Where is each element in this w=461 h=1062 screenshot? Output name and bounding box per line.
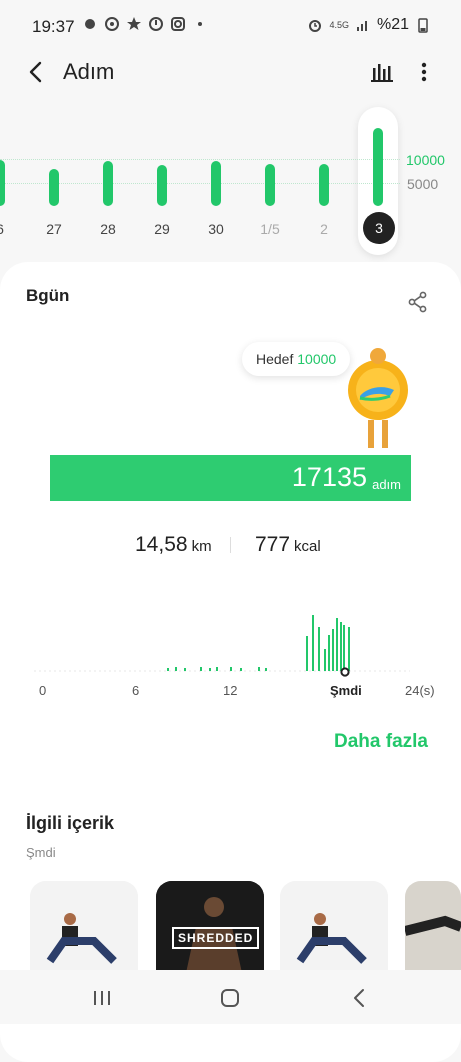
- stretch-woman-image: [30, 881, 138, 973]
- related-title: İlgili içerik: [26, 813, 115, 833]
- distance-metric: 14,58 km: [135, 533, 212, 557]
- related-subtitle: Şmdi: [26, 845, 56, 860]
- hour-label-now: Şmdi: [330, 683, 362, 698]
- day-bar[interactable]: [49, 168, 59, 206]
- status-time: 19:37: [32, 17, 75, 36]
- day-bar[interactable]: [211, 161, 221, 206]
- related-thumbnail[interactable]: [30, 881, 138, 973]
- now-marker: [340, 667, 350, 677]
- more-link[interactable]: Daha fazla: [334, 731, 428, 753]
- recent-apps-icon[interactable]: [88, 984, 116, 1012]
- goal-axis-label: 10000: [406, 152, 445, 168]
- metric-divider: [230, 537, 231, 553]
- hour-bar: [265, 668, 267, 671]
- star-icon: [127, 17, 141, 30]
- calories-value: 777: [255, 533, 291, 556]
- hour-bar: [209, 668, 211, 671]
- goal-line: [0, 159, 400, 160]
- related-thumbnail[interactable]: [405, 881, 461, 973]
- battery-percent: %21: [376, 16, 409, 33]
- home-icon[interactable]: [216, 984, 244, 1012]
- signal-icon: [356, 21, 367, 31]
- day-label[interactable]: 28: [93, 221, 123, 237]
- page-title: Adım: [63, 59, 115, 84]
- chrome-icon: [105, 17, 119, 31]
- hour-bar: [318, 627, 320, 671]
- hour-bar: [340, 622, 342, 671]
- distance-unit: km: [191, 538, 212, 555]
- back-arrow-icon[interactable]: [22, 58, 50, 86]
- achievement-mascot-icon: [348, 348, 408, 448]
- status-right: 4.5G %21: [307, 16, 431, 34]
- calories-unit: kcal: [294, 538, 321, 555]
- hour-bar: [200, 667, 202, 671]
- day-label[interactable]: 6: [0, 221, 15, 237]
- status-bar: 19:37 4.5G %21: [0, 0, 461, 52]
- alert-icon: [149, 17, 163, 31]
- notification-icon: [85, 19, 95, 29]
- mid-axis-label: 5000: [407, 176, 439, 192]
- distance-value: 14,58: [135, 533, 188, 556]
- hour-label-0: 0: [39, 683, 47, 698]
- half-goal-line: [0, 183, 400, 184]
- day-label[interactable]: 1/5: [255, 221, 285, 237]
- hour-bar: [184, 668, 186, 671]
- hour-bar: [324, 649, 326, 671]
- share-icon[interactable]: [406, 290, 430, 314]
- hour-bar: [216, 667, 218, 671]
- hour-bar: [167, 668, 169, 671]
- navigation-bar: [0, 970, 461, 1024]
- hour-label-12: 12: [223, 683, 238, 698]
- day-bar[interactable]: [265, 163, 275, 206]
- hour-bar: [312, 615, 314, 671]
- day-label[interactable]: 2: [309, 221, 339, 237]
- hour-bar: [336, 618, 338, 671]
- instagram-icon: [171, 17, 185, 31]
- hour-bar: [348, 627, 350, 671]
- day-label[interactable]: 30: [201, 221, 231, 237]
- hour-bar: [306, 636, 308, 671]
- hour-bar: [230, 667, 232, 671]
- related-thumbnail[interactable]: [280, 881, 388, 973]
- dot-icon: [198, 22, 202, 26]
- notification-icons: [82, 16, 208, 32]
- day-bar[interactable]: [103, 161, 113, 206]
- today-title: Bgün: [26, 286, 70, 305]
- selected-day-label[interactable]: 3: [363, 212, 395, 244]
- bar-chart-icon[interactable]: [368, 58, 396, 86]
- stretch-woman-image: [280, 881, 388, 973]
- day-label[interactable]: 27: [39, 221, 69, 237]
- steps-count: 17135: [291, 462, 367, 492]
- alarm-icon: [309, 20, 322, 32]
- hour-bar: [332, 629, 334, 671]
- steps-unit: adım: [372, 477, 401, 492]
- hour-bar: [240, 668, 242, 671]
- goal-bubble: Hedef 10000: [242, 342, 351, 376]
- hour-bar: [175, 667, 177, 671]
- day-bar[interactable]: [0, 160, 5, 206]
- day-bar[interactable]: [319, 163, 329, 206]
- calories-metric: 777 kcal: [255, 533, 321, 557]
- thumbnail-caption: SHREDDED: [172, 927, 260, 949]
- hour-label-6: 6: [132, 683, 140, 698]
- hour-bar: [343, 625, 345, 671]
- hour-bar: [328, 635, 330, 671]
- related-thumbnail[interactable]: SHREDDED: [156, 881, 264, 973]
- hour-bar: [258, 667, 260, 671]
- network-type: 4.5G: [329, 20, 349, 30]
- hour-label-24: 24(s): [405, 683, 435, 698]
- day-label[interactable]: 29: [147, 221, 177, 237]
- today-steps-bar: 17135 adım: [50, 455, 411, 501]
- day-bar[interactable]: [373, 128, 383, 206]
- day-bar[interactable]: [157, 165, 167, 206]
- workout-image: [405, 881, 461, 973]
- battery-icon: [418, 18, 428, 33]
- goal-label: Hedef: [256, 351, 294, 367]
- goal-value: 10000: [297, 351, 337, 367]
- app-header: Adım: [0, 50, 461, 94]
- more-options-icon[interactable]: [412, 58, 436, 86]
- back-icon[interactable]: [346, 984, 374, 1012]
